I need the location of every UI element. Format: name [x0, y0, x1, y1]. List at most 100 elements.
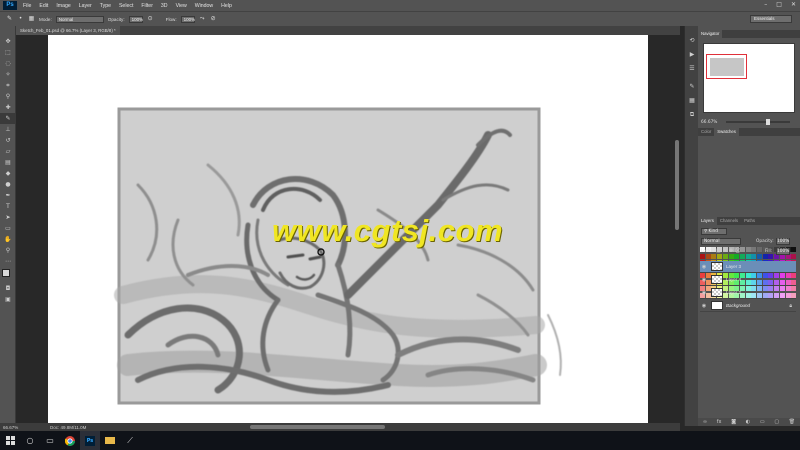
move-tool-icon[interactable]: ✥	[0, 36, 16, 47]
actions-icon[interactable]: ▶	[685, 48, 699, 62]
brush-panel-icon[interactable]: ▦	[28, 16, 35, 23]
menu-filter[interactable]: Filter	[137, 3, 157, 9]
file-explorer-icon[interactable]	[100, 431, 120, 450]
navigator-preview[interactable]	[703, 43, 795, 113]
new-group-icon[interactable]: ▭	[760, 419, 765, 425]
menu-view[interactable]: View	[172, 3, 191, 9]
document-canvas[interactable]: www.cgtsj.com	[48, 35, 648, 423]
pressure-opacity-icon[interactable]: ⊙	[147, 16, 154, 23]
layer-row-layer-2[interactable]: ◉ Layer 2	[700, 287, 796, 299]
photoshop-logo[interactable]: Ps	[3, 1, 17, 10]
visibility-eye-icon[interactable]: ◉	[700, 277, 708, 283]
lasso-tool-icon[interactable]: ◌	[0, 58, 16, 69]
gradient-tool-icon[interactable]: ▤	[0, 157, 16, 168]
path-select-tool-icon[interactable]: ➤	[0, 212, 16, 223]
layer-row-layer-3[interactable]: ◉ Layer 3	[700, 261, 796, 273]
status-doc-size[interactable]: Doc: 49.8M/11.0M	[50, 425, 86, 430]
tab-swatches[interactable]: Swatches	[714, 128, 739, 136]
blur-tool-icon[interactable]: ◆	[0, 168, 16, 179]
close-button[interactable]: ✕	[791, 1, 796, 8]
blend-mode-select[interactable]: Normal	[701, 238, 741, 245]
type-tool-icon[interactable]: T	[0, 201, 16, 212]
tab-paths[interactable]: Paths	[741, 217, 758, 225]
layer-style-icon[interactable]: fx	[717, 419, 722, 425]
healing-tool-icon[interactable]: ✚	[0, 102, 16, 113]
lock-icons[interactable]: ▦✎✥⛒	[716, 248, 742, 254]
marquee-tool-icon[interactable]: ⬚	[0, 47, 16, 58]
opacity-input[interactable]: 100%	[128, 15, 143, 23]
pen-tool-icon[interactable]: ✒	[0, 190, 16, 201]
navigator-view-box[interactable]	[706, 54, 747, 79]
history-brush-icon[interactable]: ↺	[0, 135, 16, 146]
maximize-button[interactable]: □	[776, 1, 782, 8]
brush-presets-icon[interactable]: ✎	[685, 80, 699, 94]
menu-edit[interactable]: Edit	[35, 3, 52, 9]
menu-layer[interactable]: Layer	[75, 3, 96, 9]
shape-tool-icon[interactable]: ▭	[0, 223, 16, 234]
taskview-icon[interactable]: ▭	[40, 431, 60, 450]
airbrush-icon[interactable]: ⤳	[199, 16, 206, 23]
hand-tool-icon[interactable]: ✋	[0, 234, 16, 245]
eraser-tool-icon[interactable]: ▱	[0, 146, 16, 157]
tab-channels[interactable]: Channels	[717, 217, 741, 225]
layer-filter-select[interactable]: ⚲ Kind	[701, 228, 727, 235]
screen-mode-icon[interactable]: ▣	[0, 294, 16, 305]
layer-row-layer-4[interactable]: ◉ Layer 4	[700, 274, 796, 286]
flow-input[interactable]: 100%	[180, 15, 195, 23]
visibility-eye-icon[interactable]: ◉	[700, 264, 708, 270]
workspace-select[interactable]: Essentials	[750, 15, 792, 23]
tab-layers[interactable]: Layers	[698, 217, 717, 225]
mode-select[interactable]: Normal	[55, 15, 104, 23]
fill-input[interactable]: 100%	[776, 248, 790, 255]
canvas-area[interactable]: www.cgtsj.com	[16, 35, 680, 423]
edit-toolbar-icon[interactable]: ⋯	[0, 256, 16, 267]
layer-row-background[interactable]: ◉ Background 🔒︎	[700, 300, 796, 312]
clone-source-icon[interactable]: ⧉	[685, 108, 699, 122]
horizontal-scrollbar[interactable]	[250, 425, 385, 429]
chrome-icon[interactable]	[60, 431, 80, 450]
navigator-zoom-slider[interactable]	[726, 119, 790, 125]
zoom-tool-icon[interactable]: ⚲	[0, 245, 16, 256]
quick-select-tool-icon[interactable]: ✧	[0, 69, 16, 80]
status-zoom[interactable]: 66.67%	[3, 425, 18, 430]
vertical-scrollbar[interactable]	[675, 140, 679, 230]
tab-color[interactable]: Color	[698, 128, 714, 136]
app-icon[interactable]: ⟋	[120, 431, 140, 450]
link-layers-icon[interactable]: ∞	[703, 419, 707, 425]
stamp-tool-icon[interactable]: ⊥	[0, 124, 16, 135]
brush-size-icon[interactable]: •	[17, 16, 24, 23]
windows-start-icon[interactable]	[0, 431, 20, 450]
foreground-color-swatch[interactable]	[2, 269, 10, 277]
brush-tool-icon[interactable]: ✎	[6, 16, 13, 23]
tab-navigator[interactable]: Navigator	[698, 30, 723, 38]
menu-file[interactable]: File	[19, 3, 35, 9]
visibility-eye-icon[interactable]: ◉	[700, 290, 708, 296]
new-layer-icon[interactable]: ▢	[774, 419, 779, 425]
color-swatches[interactable]	[0, 267, 15, 283]
photoshop-taskbar-icon[interactable]: Ps	[80, 431, 100, 450]
add-mask-icon[interactable]: ◙	[731, 419, 736, 425]
search-icon[interactable]: ○	[20, 431, 40, 450]
minimize-button[interactable]: –	[764, 1, 767, 8]
crop-tool-icon[interactable]: ⌗	[0, 80, 16, 91]
brush-panel-icon[interactable]: ▦	[685, 94, 699, 108]
visibility-eye-icon[interactable]: ◉	[700, 303, 708, 309]
document-tab[interactable]: Sketch_Feb_01.psd @ 66.7% (Layer 3, RGB/…	[16, 26, 120, 35]
delete-layer-icon[interactable]: 🗑︎	[789, 419, 795, 425]
adjustment-layer-icon[interactable]: ◐	[746, 419, 750, 425]
eyedropper-tool-icon[interactable]: ⚲	[0, 91, 16, 102]
menu-3d[interactable]: 3D	[157, 3, 172, 9]
menu-window[interactable]: Window	[191, 3, 217, 9]
quick-mask-icon[interactable]: ◘	[0, 283, 16, 294]
menu-help[interactable]: Help	[217, 3, 236, 9]
menu-select[interactable]: Select	[115, 3, 137, 9]
navigator-zoom[interactable]: 66.67%	[701, 120, 717, 125]
history-icon[interactable]: ⟲	[685, 34, 699, 48]
menu-image[interactable]: Image	[52, 3, 74, 9]
pressure-size-icon[interactable]: ⊘	[210, 16, 217, 23]
layer-opacity-input[interactable]: 100%	[776, 238, 790, 245]
properties-icon[interactable]: ☰	[685, 62, 699, 76]
menu-type[interactable]: Type	[96, 3, 115, 9]
brush-tool-icon[interactable]: ✎	[0, 113, 16, 124]
dodge-tool-icon[interactable]: ●	[0, 179, 16, 190]
